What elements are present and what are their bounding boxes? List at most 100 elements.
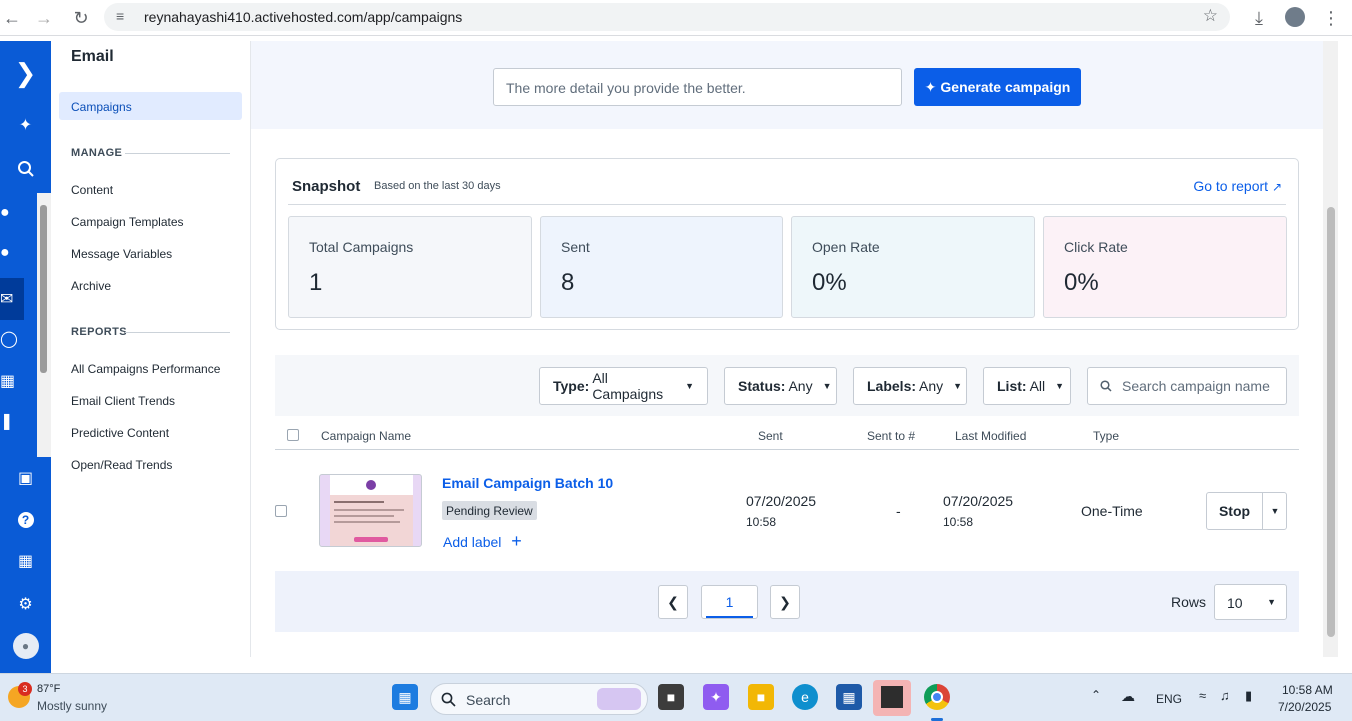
clock-date[interactable]: 7/20/2025 xyxy=(1278,700,1331,714)
browser-toolbar: ← → ↻ ≡ reynahayashi410.activehosted.com… xyxy=(0,0,1352,36)
battery-icon[interactable]: ▮ xyxy=(1245,688,1252,704)
add-label-button[interactable]: Add label + xyxy=(443,531,522,552)
stat-click-rate: Click Rate 0% xyxy=(1043,216,1287,318)
go-to-report-link[interactable]: Go to report ↗ xyxy=(1193,178,1282,194)
taskbar-search[interactable]: Search xyxy=(430,683,648,715)
labels-filter-dropdown[interactable]: Labels: Any ▼ xyxy=(853,367,967,405)
filter-label: Status: xyxy=(738,378,786,394)
status-filter-dropdown[interactable]: Status: Any ▼ xyxy=(724,367,837,405)
generate-campaign-button[interactable]: ✦ Generate campaign xyxy=(914,68,1081,106)
profile-avatar[interactable] xyxy=(1285,7,1305,27)
menu-kebab-icon[interactable]: ⋮ xyxy=(1319,6,1343,30)
ai-sparkle-icon[interactable]: ✦ xyxy=(0,109,51,141)
campaign-thumbnail[interactable] xyxy=(319,474,422,547)
bookmark-star-icon[interactable]: ☆ xyxy=(1203,6,1218,26)
divider xyxy=(125,153,230,154)
conversations-icon[interactable]: ▣ xyxy=(0,462,51,494)
sidebar-item-message-variables[interactable]: Message Variables xyxy=(71,247,172,261)
clock-time[interactable]: 10:58 AM xyxy=(1282,683,1333,697)
email-sidebar: Email Campaigns MANAGE Content Campaign … xyxy=(51,41,251,657)
rows-per-page-select[interactable]: 10 ▼ xyxy=(1214,584,1287,620)
back-icon[interactable]: ← xyxy=(0,6,24,30)
column-last-modified[interactable]: Last Modified xyxy=(955,429,1026,443)
snapshot-subtitle: Based on the last 30 days xyxy=(374,180,501,192)
sidebar-item-open-read-trends[interactable]: Open/Read Trends xyxy=(71,458,172,472)
column-sent[interactable]: Sent xyxy=(758,429,783,443)
forward-icon[interactable]: → xyxy=(32,6,56,30)
edge-browser-icon[interactable]: e xyxy=(792,684,818,710)
activecampaign-logo-icon[interactable]: ❯ xyxy=(0,57,51,89)
rows-value: 10 xyxy=(1227,595,1243,611)
copilot-icon[interactable]: ✦ xyxy=(703,684,729,710)
sticky-notes-app[interactable] xyxy=(873,680,911,716)
select-all-checkbox[interactable] xyxy=(287,429,299,441)
filter-bar: Type: All Campaigns ▼ Status: Any ▼ Labe… xyxy=(275,355,1299,416)
search-icon[interactable] xyxy=(0,153,51,185)
more-actions-caret-icon[interactable]: ▼ xyxy=(1263,493,1287,529)
file-explorer-icon[interactable]: ■ xyxy=(748,684,774,710)
previous-page-button[interactable]: ❮ xyxy=(658,585,688,619)
next-page-button[interactable]: ❯ xyxy=(770,585,800,619)
sidebar-item-campaign-templates[interactable]: Campaign Templates xyxy=(71,215,184,229)
sidebar-item-content[interactable]: Content xyxy=(71,183,113,197)
list-filter-dropdown[interactable]: List: All ▼ xyxy=(983,367,1071,405)
microsoft-store-icon[interactable]: ▦ xyxy=(836,684,862,710)
language-indicator[interactable]: ENG xyxy=(1156,692,1182,706)
taskbar-search-label: Search xyxy=(466,692,511,708)
generate-campaign-label: Generate campaign xyxy=(940,79,1071,95)
add-label-text: Add label xyxy=(443,534,502,550)
rail-scrollbar[interactable] xyxy=(37,193,51,457)
stat-value: 0% xyxy=(1064,269,1099,296)
rows-label: Rows xyxy=(1171,594,1207,610)
sidebar-item-all-campaigns-performance[interactable]: All Campaigns Performance xyxy=(71,362,220,376)
column-type[interactable]: Type xyxy=(1093,429,1119,443)
address-bar[interactable]: ≡ reynahayashi410.activehosted.com/app/c… xyxy=(104,3,1230,31)
scrollbar-thumb[interactable] xyxy=(1327,207,1335,637)
page-1-button[interactable]: 1 xyxy=(701,585,758,619)
modified-date: 07/20/2025 xyxy=(943,493,1014,509)
show-hidden-icons-chevron-icon[interactable]: ⌃ xyxy=(1091,688,1101,702)
stop-button[interactable]: Stop xyxy=(1207,493,1263,529)
download-icon[interactable]: ⤓ xyxy=(1247,6,1271,30)
search-placeholder: Search campaign name xyxy=(1122,378,1270,394)
email-icon[interactable]: ✉ xyxy=(0,278,24,320)
pagination-bar: ❮ 1 ❯ Rows 10 ▼ xyxy=(275,571,1299,632)
user-avatar-icon[interactable]: ● xyxy=(0,630,51,662)
divider xyxy=(125,332,230,333)
campaign-prompt-input[interactable]: The more detail you provide the better. xyxy=(493,68,902,106)
chrome-icon[interactable] xyxy=(924,684,950,710)
weather-condition[interactable]: Mostly sunny xyxy=(37,699,107,713)
sidebar-item-campaigns[interactable]: Campaigns xyxy=(59,92,242,120)
wifi-icon[interactable]: ≈ xyxy=(1199,688,1206,703)
sticky-notes-icon xyxy=(881,686,903,708)
site-settings-icon[interactable]: ≡ xyxy=(116,8,124,24)
temperature[interactable]: 87°F xyxy=(37,683,60,695)
sidebar-item-email-client-trends[interactable]: Email Client Trends xyxy=(71,394,175,408)
table-row: Email Campaign Batch 10 Pending Review A… xyxy=(275,450,1299,570)
windows-start-icon[interactable]: ▦ xyxy=(392,684,418,710)
task-view-icon[interactable]: ■ xyxy=(658,684,684,710)
filter-label: Type: xyxy=(553,378,590,394)
volume-icon[interactable]: ♫ xyxy=(1220,688,1230,703)
onedrive-cloud-icon[interactable]: ☁ xyxy=(1121,688,1135,705)
campaign-name-link[interactable]: Email Campaign Batch 10 xyxy=(442,475,613,491)
apps-grid-icon[interactable]: ▦ xyxy=(0,545,51,577)
row-checkbox[interactable] xyxy=(275,505,287,517)
page-scrollbar[interactable] xyxy=(1323,41,1338,657)
reload-icon[interactable]: ↻ xyxy=(69,6,93,30)
reports-heading: REPORTS xyxy=(71,326,127,338)
sidebar-item-predictive-content[interactable]: Predictive Content xyxy=(71,426,169,440)
notification-badge: 3 xyxy=(18,682,32,696)
column-sent-to[interactable]: Sent to # xyxy=(867,429,915,443)
campaign-search-input[interactable]: Search campaign name xyxy=(1087,367,1287,405)
external-link-icon: ↗ xyxy=(1271,180,1282,194)
sidebar-item-archive[interactable]: Archive xyxy=(71,279,111,293)
windows-taskbar: 3 87°F Mostly sunny ▦ Search ■ ✦ ■ e ▦ ⌃… xyxy=(0,673,1352,721)
help-icon[interactable]: ? xyxy=(0,504,51,536)
sidebar-item-label: Campaigns xyxy=(71,100,132,114)
type-filter-dropdown[interactable]: Type: All Campaigns ▼ xyxy=(539,367,708,405)
settings-gear-icon[interactable]: ⚙ xyxy=(0,588,51,620)
column-campaign-name[interactable]: Campaign Name xyxy=(321,429,411,443)
sent-date: 07/20/2025 xyxy=(746,493,817,509)
modified-time: 10:58 xyxy=(943,515,974,529)
